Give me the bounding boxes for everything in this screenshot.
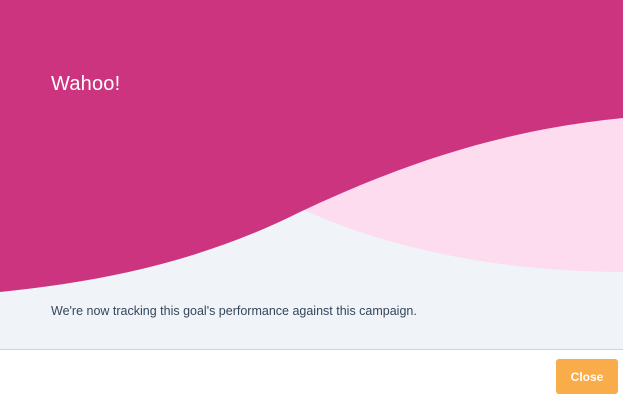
modal-footer: Close [0, 350, 623, 401]
modal-message: We're now tracking this goal's performan… [51, 304, 417, 318]
success-modal: Wahoo! We're now tracking this goal's pe… [0, 0, 623, 401]
modal-title: Wahoo! [51, 73, 121, 95]
modal-hero: Wahoo! We're now tracking this goal's pe… [0, 0, 623, 350]
close-button[interactable]: Close [556, 359, 618, 394]
wave-illustration [0, 0, 623, 292]
